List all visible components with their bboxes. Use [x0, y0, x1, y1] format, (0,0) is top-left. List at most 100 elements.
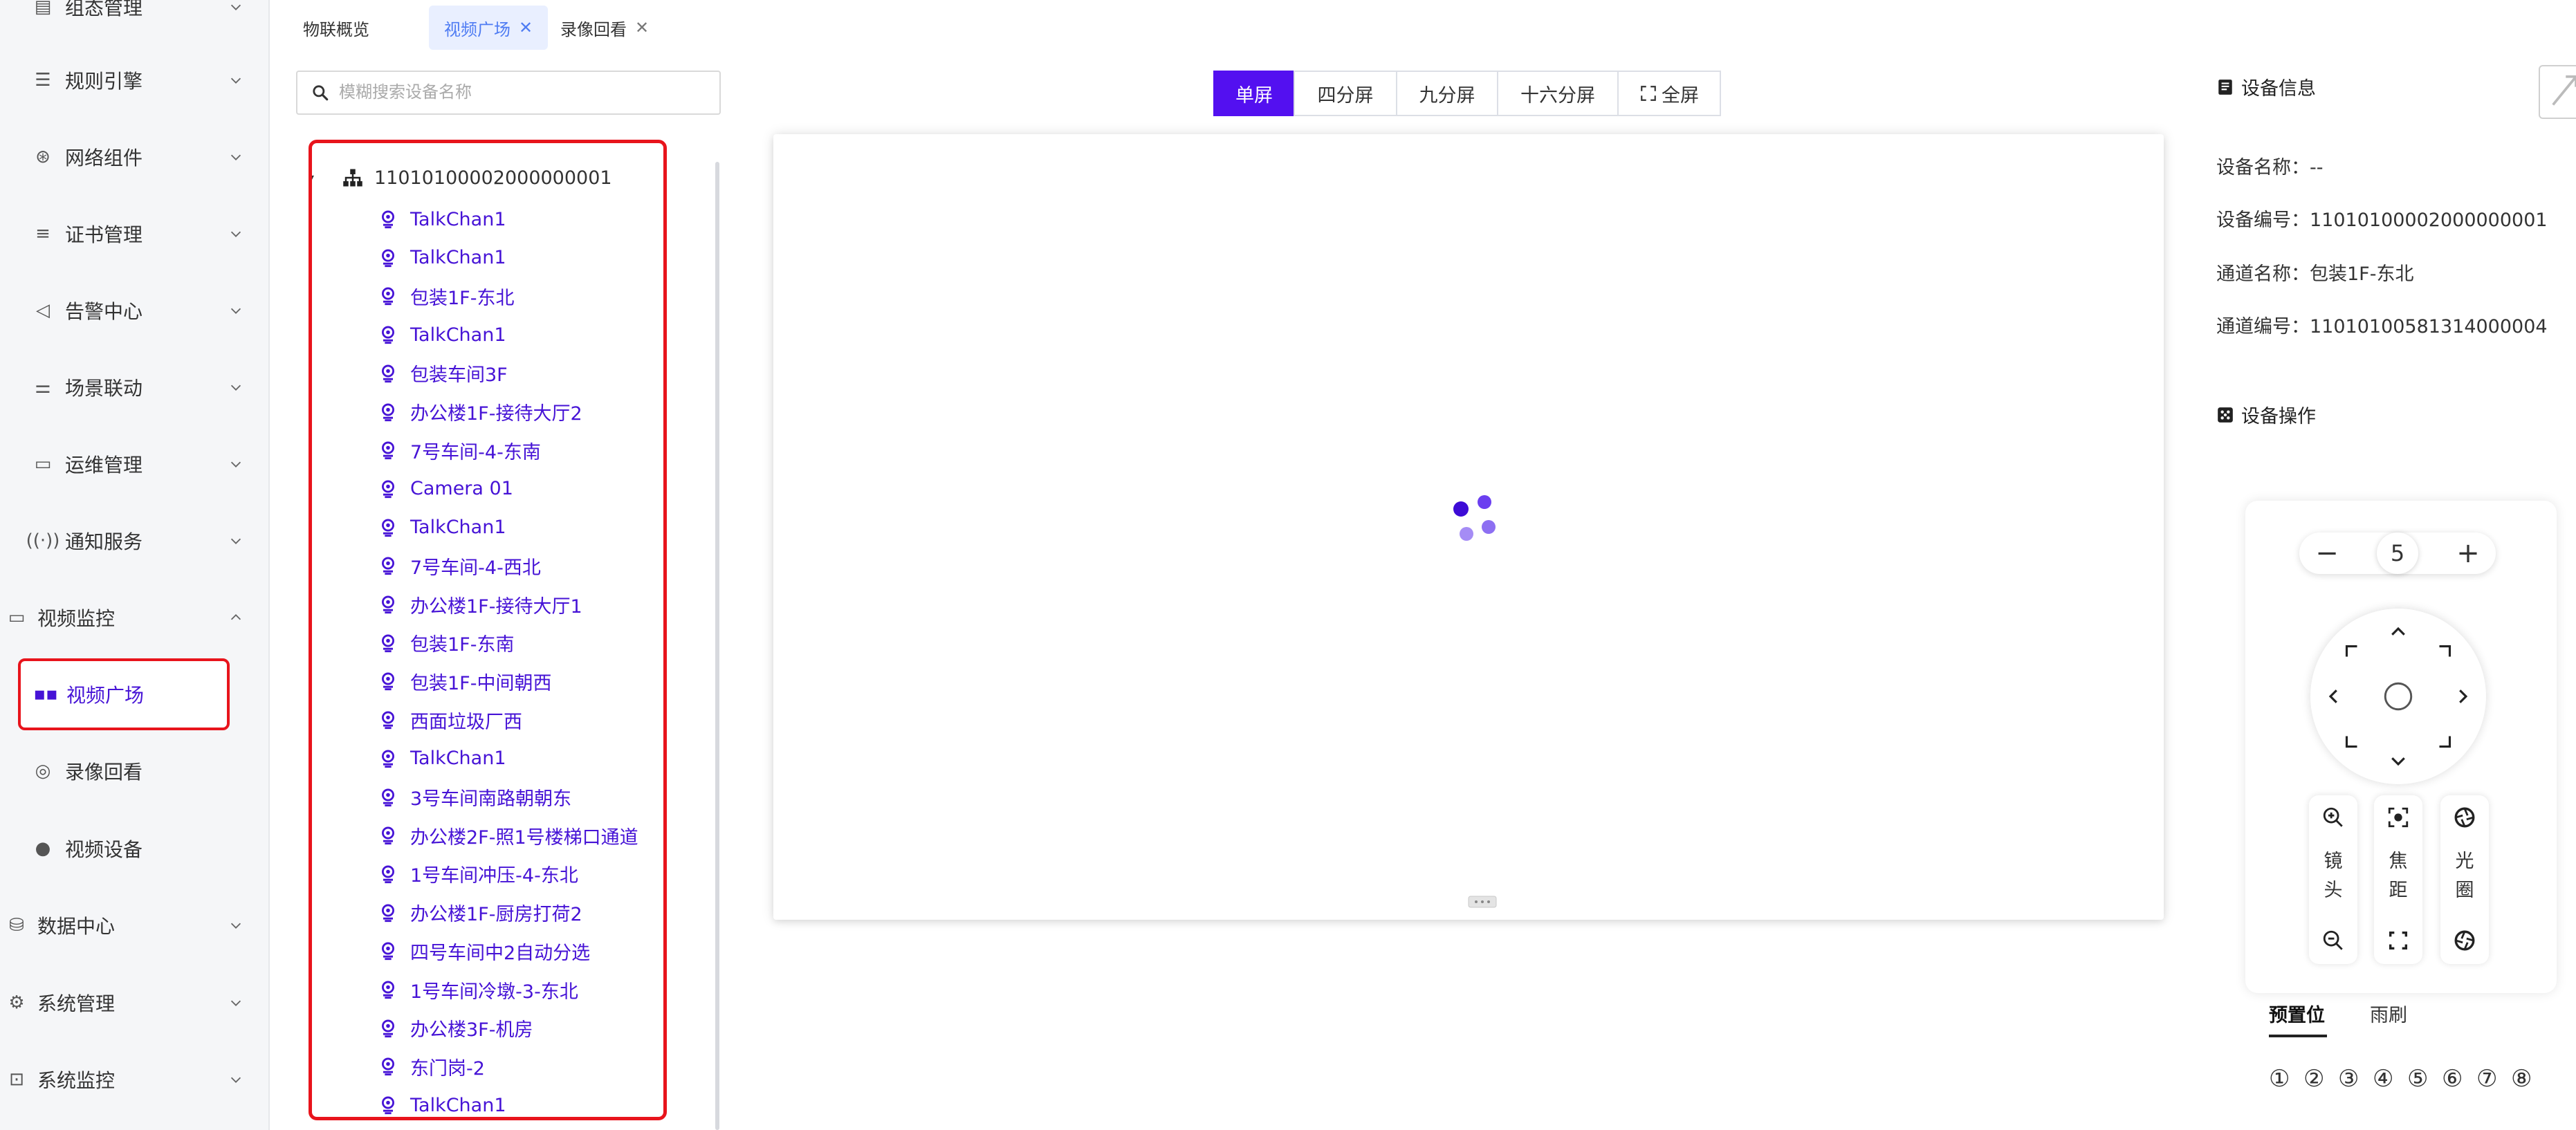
zoom-out-button[interactable]: [2321, 928, 2346, 953]
chevron-right-icon: [2459, 689, 2468, 703]
ptz-up-button[interactable]: [2384, 618, 2412, 646]
speed-value[interactable]: 5: [2377, 532, 2418, 574]
preset-button[interactable]: ④: [2373, 1065, 2407, 1093]
ptz-down-right-button[interactable]: [2431, 728, 2458, 755]
tree-channel-item[interactable]: 西面垃圾厂西: [378, 705, 522, 735]
tree-channel-item[interactable]: 包装1F-东南: [378, 628, 514, 658]
sidebar-item-system-monitor[interactable]: ⊡ 系统监控: [0, 1052, 270, 1107]
focus-far-button[interactable]: [2386, 928, 2411, 953]
tree-channel-item[interactable]: 办公楼3F-机房: [378, 1013, 533, 1044]
preset-button[interactable]: ①: [2269, 1065, 2303, 1093]
tree-channel-item[interactable]: 办公楼1F-接待大厅2: [378, 397, 582, 427]
caret-down-icon[interactable]: ▾: [312, 171, 314, 185]
preset-button[interactable]: ⑧: [2511, 1065, 2546, 1093]
device-id-label: 设备编号：: [2216, 210, 2310, 231]
zoom-in-button[interactable]: [2321, 805, 2346, 830]
tree-channel-label: 7号车间-4-西北: [410, 557, 541, 579]
tree-channel-item[interactable]: 办公楼2F-照1号楼梯口通道: [378, 820, 638, 851]
sidebar-item-notify[interactable]: ((·)) 通知服务: [0, 513, 270, 568]
webcam-icon: [378, 826, 398, 845]
tree-channel-item[interactable]: 1号车间冷墩-3-东北: [378, 974, 578, 1005]
tree-channel-item[interactable]: 1号车间冲压-4-东北: [378, 859, 578, 889]
close-icon[interactable]: ✕: [519, 18, 533, 37]
device-search: [296, 71, 721, 115]
webcam-icon: [378, 248, 398, 268]
preset-button[interactable]: ⑤: [2407, 1065, 2442, 1093]
tree-channel-item[interactable]: Camera 01: [378, 474, 513, 504]
chevron-down-icon: [226, 992, 246, 1013]
sidebar-item-certificates[interactable]: ≡ 证书管理: [0, 206, 270, 261]
ptz-left-button[interactable]: [2320, 683, 2348, 710]
tab-video-square[interactable]: 视频广场 ✕: [429, 6, 549, 50]
org-tree-icon: [343, 169, 362, 187]
tree-channel-item[interactable]: 3号车间南路朝朝东: [378, 782, 571, 813]
sixteen-split-button[interactable]: 十六分屏: [1497, 71, 1619, 116]
tree-channel-item[interactable]: TalkChan1: [378, 1090, 506, 1117]
ptz-down-button[interactable]: [2384, 747, 2412, 775]
tree-scrollbar[interactable]: [715, 162, 719, 1130]
video-handle-icon[interactable]: [1468, 895, 1497, 909]
preset-button[interactable]: ⑦: [2476, 1065, 2511, 1093]
tree-channel-item[interactable]: TalkChan1: [378, 243, 506, 273]
grid-icon: ▪▪: [33, 684, 58, 705]
iris-close-button[interactable]: [2452, 928, 2477, 953]
tab-playback[interactable]: 录像回看 ✕: [545, 6, 664, 50]
ptz-center-button[interactable]: [2380, 678, 2416, 714]
sidebar-item-data-center[interactable]: ⛁ 数据中心: [0, 898, 270, 953]
ptz-down-left-button[interactable]: [2338, 728, 2366, 755]
increase-speed-button[interactable]: +: [2447, 532, 2489, 574]
webcam-icon: [378, 633, 398, 653]
sidebar-item-label: 场景联动: [65, 377, 143, 400]
tree-channel-label: 1号车间冲压-4-东北: [410, 865, 578, 887]
chevron-up-icon: [226, 607, 246, 628]
four-split-button[interactable]: 四分屏: [1294, 71, 1397, 116]
sidebar-item-alarms[interactable]: ◁ 告警中心: [0, 283, 270, 338]
sidebar-item-video-devices[interactable]: ● 视频设备: [0, 821, 270, 876]
sidebar-item-playback[interactable]: ◎ 录像回看: [0, 743, 270, 799]
tree-channel-item[interactable]: 7号车间-4-东南: [378, 435, 541, 465]
single-screen-button[interactable]: 单屏: [1213, 71, 1295, 116]
tree-channel-item[interactable]: 四号车间中2自动分选: [378, 936, 590, 966]
sidebar-item-scenes[interactable]: ⚌ 场景联动: [0, 360, 270, 415]
tree-channel-item[interactable]: 包装1F-中间朝西: [378, 666, 551, 696]
tree-channel-item[interactable]: 办公楼1F-接待大厅1: [378, 589, 582, 620]
close-icon[interactable]: ✕: [635, 18, 649, 37]
nine-split-button[interactable]: 九分屏: [1396, 71, 1498, 116]
preset-button[interactable]: ②: [2303, 1065, 2338, 1093]
tab-wiper[interactable]: 雨刷: [2370, 1000, 2407, 1027]
tree-channel-label: Camera 01: [410, 478, 513, 500]
tab-presets[interactable]: 预置位: [2269, 1000, 2325, 1027]
tree-channel-item[interactable]: 包装车间3F: [378, 358, 508, 389]
preset-button[interactable]: ③: [2338, 1065, 2373, 1093]
tree-channel-item[interactable]: 7号车间-4-西北: [378, 550, 541, 581]
focus-label-1: 焦: [2389, 851, 2408, 872]
ptz-up-right-button[interactable]: [2431, 638, 2458, 665]
ptz-right-button[interactable]: [2449, 683, 2476, 710]
sidebar-item-rules[interactable]: ☰ 规则引擎: [0, 53, 270, 108]
tree-channel-item[interactable]: TalkChan1: [378, 743, 506, 774]
ptz-up-left-button[interactable]: [2338, 638, 2366, 665]
tree-channel-item[interactable]: 包装1F-东北: [378, 281, 514, 311]
decrease-speed-button[interactable]: −: [2306, 532, 2348, 574]
tree-channel-item[interactable]: TalkChan1: [378, 319, 506, 350]
search-input[interactable]: [339, 83, 712, 102]
tree-channel-item[interactable]: TalkChan1: [378, 512, 506, 543]
iris-open-button[interactable]: [2452, 805, 2477, 830]
tree-channel-item[interactable]: TalkChan1: [378, 204, 506, 234]
fullscreen-button[interactable]: 全屏: [1617, 71, 1721, 116]
focus-near-button[interactable]: [2386, 805, 2411, 830]
sidebar-item-config[interactable]: ▤ 组态管理: [0, 0, 270, 35]
tree-channel-item[interactable]: 东门岗-2: [378, 1051, 485, 1082]
sidebar-item-video-square[interactable]: ▪▪ 视频广场: [18, 658, 230, 730]
tab-iot-overview[interactable]: 物联概览: [288, 6, 385, 50]
preset-button[interactable]: ⑥: [2442, 1065, 2476, 1093]
tree-channel-item[interactable]: 办公楼1F-厨房打荷2: [378, 898, 582, 928]
sidebar-item-ops[interactable]: ▭ 运维管理: [0, 436, 270, 492]
expand-panel-button[interactable]: [2539, 65, 2576, 119]
chevron-down-icon: [226, 0, 246, 17]
video-camera-icon: ▭: [8, 607, 26, 628]
sidebar-item-system-mgmt[interactable]: ⚙ 系统管理: [0, 975, 270, 1030]
sidebar-item-network[interactable]: ⊛ 网络组件: [0, 129, 270, 185]
chevron-down-icon: [226, 915, 246, 936]
sidebar-group-video[interactable]: ▭ 视频监控: [0, 590, 270, 645]
